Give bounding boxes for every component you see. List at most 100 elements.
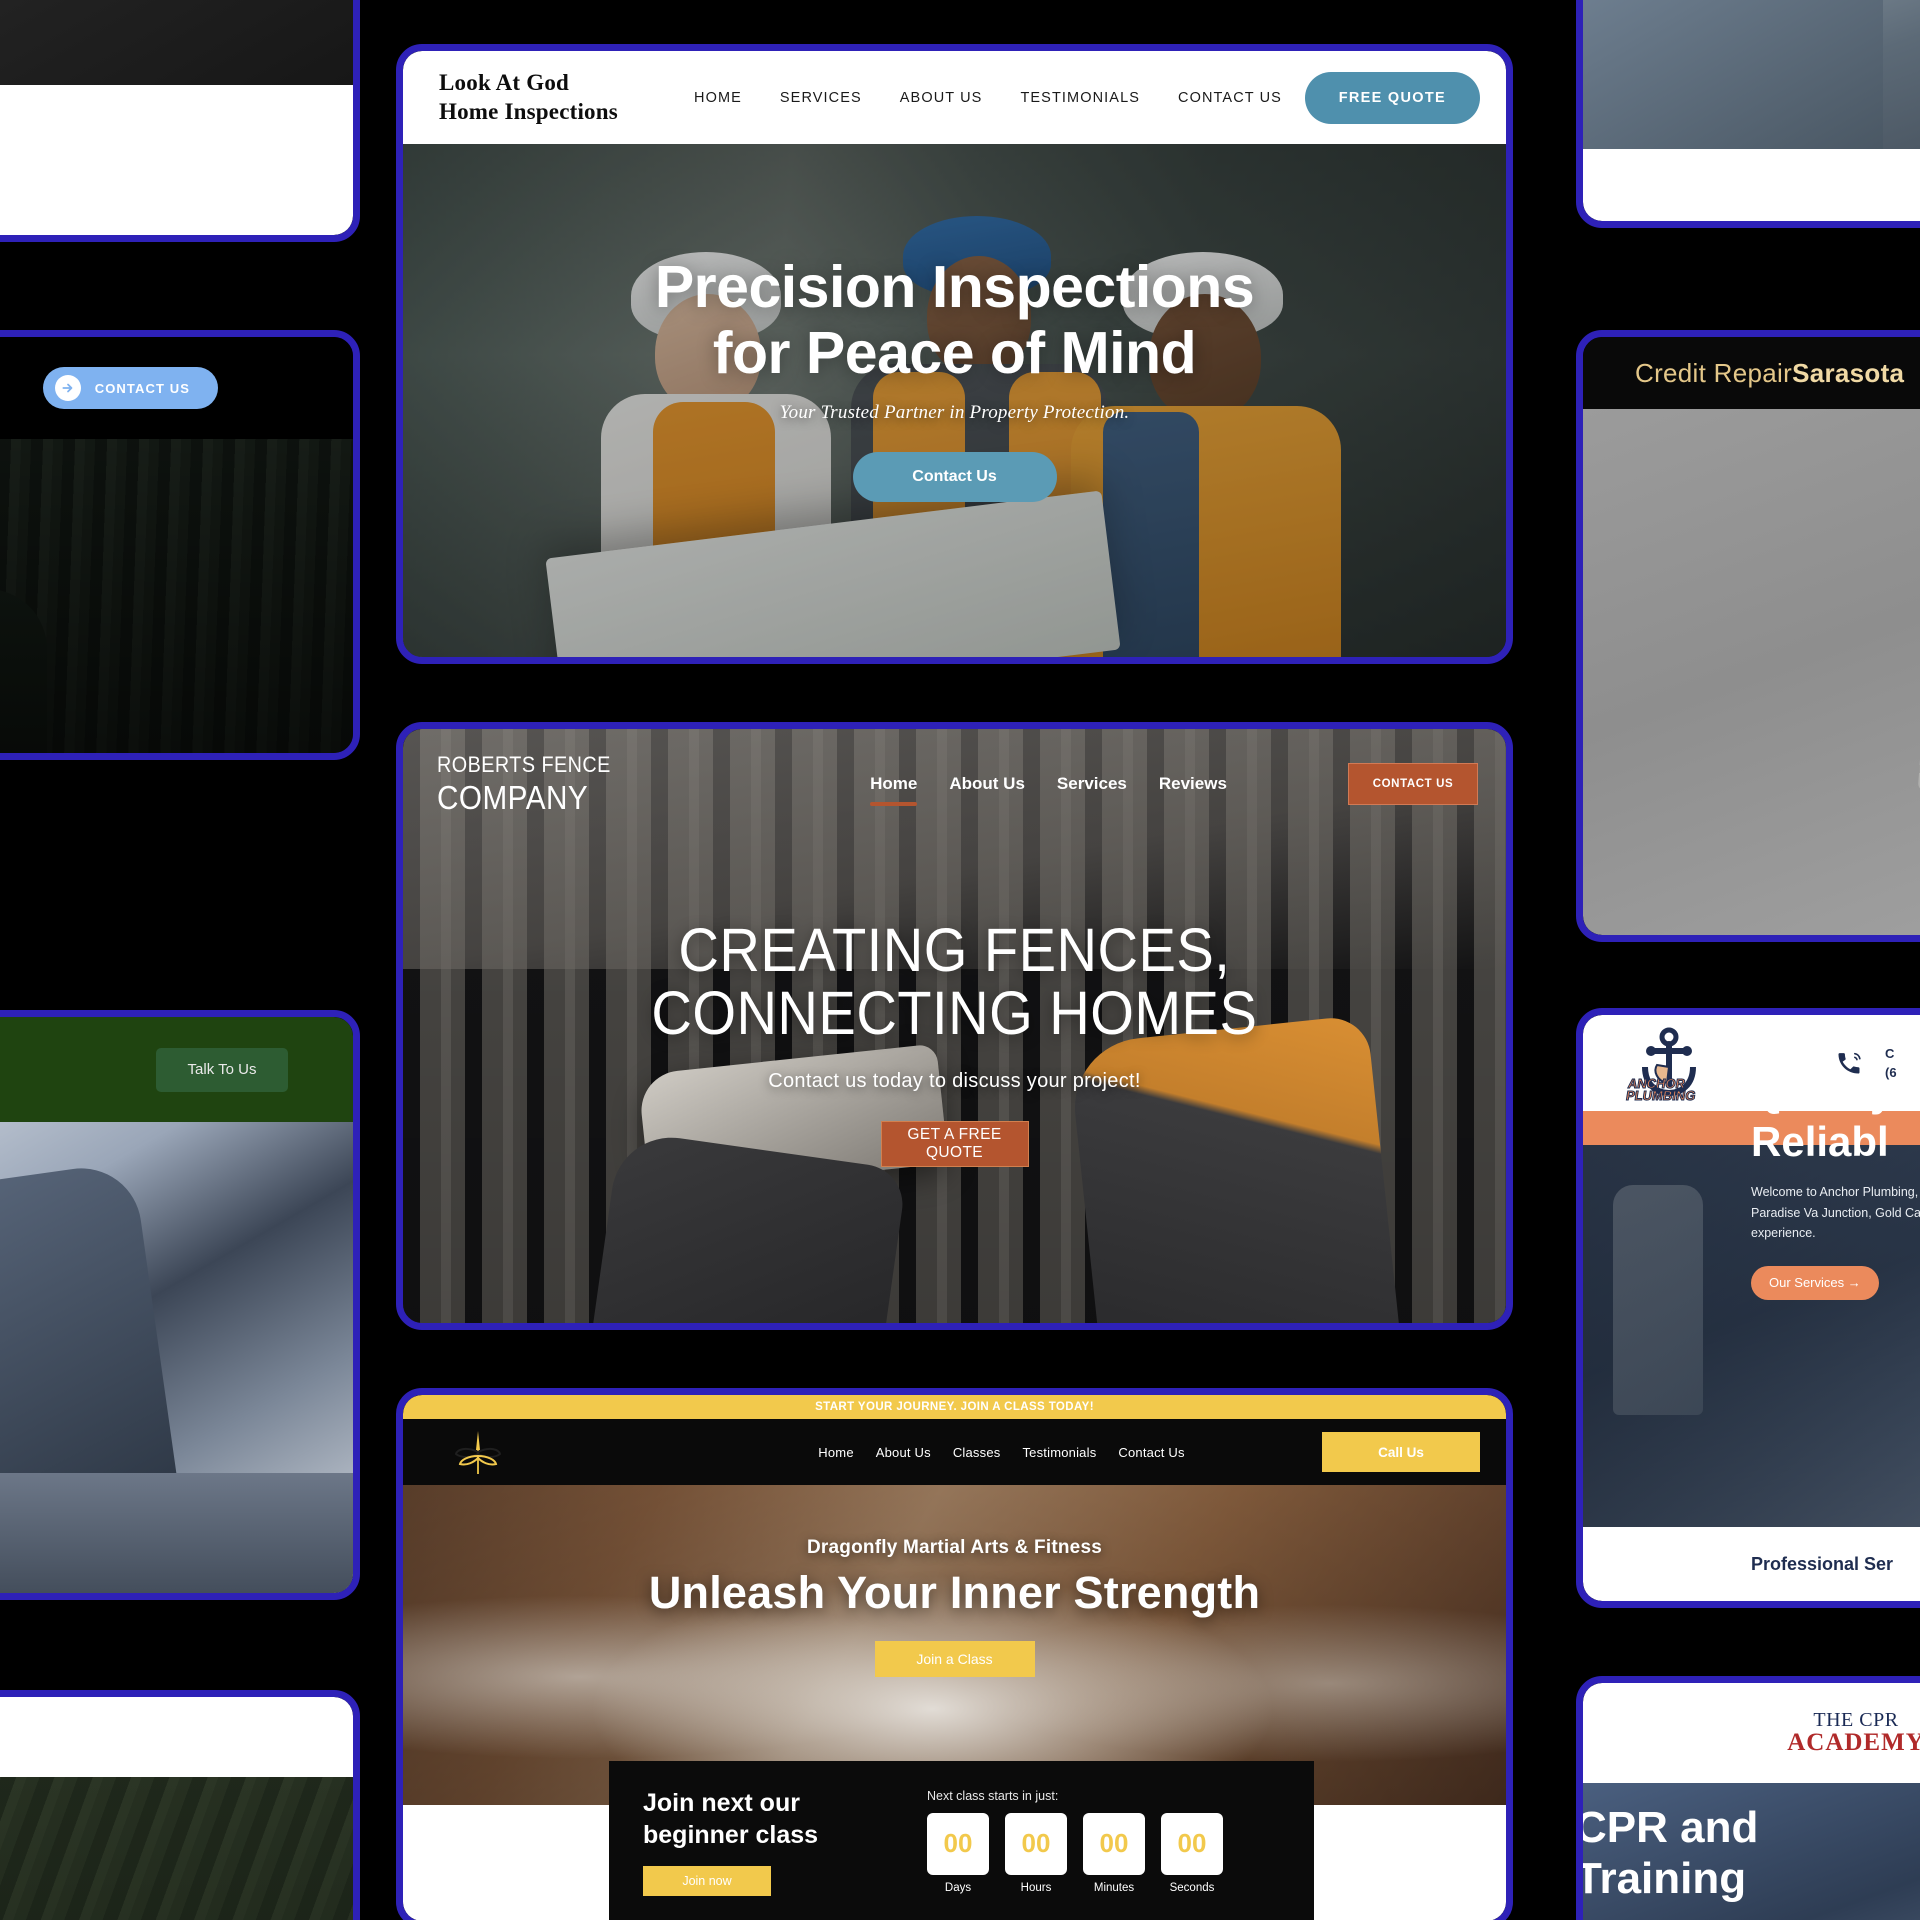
hero-content: Dragonfly Martial Arts & Fitness Unleash…: [403, 1485, 1506, 1805]
countdown-unit-minutes: 00 Minutes: [1083, 1812, 1145, 1894]
join-now-button[interactable]: Join now: [643, 1865, 771, 1896]
countdown-label: Next class starts in just:: [927, 1788, 1059, 1803]
hero-content: CREATING FENCES, CONNECTING HOMES Contac…: [403, 729, 1506, 1323]
hero-title: Quality Reliabl: [1751, 1067, 1920, 1166]
card-white-panel: [0, 85, 353, 235]
nav-item-about-us[interactable]: About Us: [876, 1445, 931, 1460]
hero-contact-us-button[interactable]: Contact Us: [852, 452, 1057, 503]
card-content: CONTACT US ARY TO ERY: [0, 337, 353, 753]
hero-section: Dragonfly Martial Arts & Fitness Unleash…: [403, 1485, 1506, 1805]
site-header: Look At God Home Inspections HOME SERVIC…: [403, 51, 1506, 144]
card-content: Look At God Home Inspections HOME SERVIC…: [403, 51, 1506, 657]
website-card-right-schedule-class[interactable]: Schedule a Class: [1576, 0, 1920, 228]
logo-line-2: ACADEMY: [1787, 1729, 1920, 1757]
countdown-unit-days: 00 Days: [927, 1812, 989, 1894]
hero-title-line-1: CREATING FENCES,: [678, 916, 1231, 985]
contact-us-button[interactable]: CONTACT US: [42, 367, 218, 409]
website-card-cpr-academy[interactable]: THE CPR ACADEMY CPR and Training: [1576, 1676, 1920, 1920]
hero-title-line-2: Reliabl: [1751, 1117, 1889, 1165]
website-card-home-inspections[interactable]: Look At God Home Inspections HOME SERVIC…: [396, 44, 1513, 664]
nav-item-services[interactable]: SERVICES: [780, 90, 862, 106]
logo-text-normal: Credit Repair: [1635, 357, 1793, 388]
our-services-button[interactable]: Our Services →: [1751, 1265, 1879, 1300]
nav-item-contact-us[interactable]: Contact Us: [1118, 1445, 1184, 1460]
nav-item-classes[interactable]: Classes: [953, 1445, 1001, 1460]
site-logo[interactable]: Credit RepairSarasota: [1635, 358, 1904, 389]
countdown-seconds-label: Seconds: [1169, 1881, 1215, 1894]
hero-title: Precision Inspections for Peace of Mind: [654, 254, 1255, 387]
hero-content: Precision Inspections for Peace of Mind …: [403, 144, 1506, 657]
hero-title-line-2: CONNECTING HOMES: [651, 978, 1258, 1047]
website-card-credit-repair-sarasota[interactable]: Credit RepairSarasota REBUIL EM FINA: [1576, 330, 1920, 942]
site-logo[interactable]: THE CPR ACADEMY: [1787, 1710, 1920, 1756]
website-card-anchor-plumbing[interactable]: ANCHOR PLUMBING C (6 Quality Reliabl Wel…: [1576, 1008, 1920, 1608]
hero-title: CREATING FENCES, CONNECTING HOMES: [651, 916, 1258, 1047]
nav-item-testimonials[interactable]: Testimonials: [1022, 1445, 1096, 1460]
website-card-roberts-fence[interactable]: ROBERTS FENCE COMPANY Home About Us Serv…: [396, 722, 1513, 1330]
card-content: ST PASS RV PARK r Gateway: [0, 1697, 353, 1920]
hero-section: Precision Inspections for Peace of Mind …: [403, 144, 1506, 657]
nav-item-testimonials[interactable]: TESTIMONIALS: [1020, 90, 1140, 106]
countdown-section: Join next our beginner class Join now Ne…: [609, 1761, 1314, 1920]
card-photo: [0, 1777, 353, 1920]
get-a-free-quote-button[interactable]: GET A FREE QUOTE: [880, 1120, 1029, 1167]
call-us-button[interactable]: Call Us: [1322, 1432, 1480, 1472]
countdown-minutes-value: 00: [1083, 1812, 1145, 1875]
hero-title-line-1: Quality: [1751, 1068, 1894, 1115]
card-photo: [0, 439, 353, 753]
countdown-seconds-value: 00: [1161, 1812, 1223, 1875]
hero-subtitle: Contact us today to discuss your project…: [768, 1069, 1141, 1092]
website-card-left-top[interactable]: [0, 0, 360, 242]
card-content: START YOUR JOURNEY. JOIN A CLASS TODAY! …: [403, 1395, 1506, 1920]
countdown-heading-line-1: Join next our: [643, 1788, 800, 1817]
talk-to-us-button[interactable]: Talk To Us: [156, 1047, 288, 1092]
card-content: ROBERTS FENCE COMPANY Home About Us Serv…: [403, 729, 1506, 1323]
site-logo[interactable]: Look At God Home Inspections: [439, 69, 654, 125]
desk-surface: [0, 1473, 353, 1593]
arrow-right-icon: [54, 375, 81, 401]
nav-item-home[interactable]: Home: [818, 1445, 853, 1460]
card-photo: [0, 1122, 353, 1593]
logo-line-1: Look At God: [439, 70, 570, 96]
countdown-timer: Next class starts in just: 00 Days 00 Ho…: [913, 1789, 1280, 1894]
hero-photo: REBUIL EM FINA: [1583, 409, 1920, 935]
card-content: THE CPR ACADEMY CPR and Training: [1583, 1683, 1920, 1920]
free-quote-button[interactable]: FREE QUOTE: [1304, 71, 1480, 124]
site-header: Home About Us Classes Testimonials Conta…: [403, 1419, 1506, 1485]
nav-item-about-us[interactable]: ABOUT US: [900, 90, 983, 106]
nav-item-home[interactable]: HOME: [694, 90, 742, 106]
contact-us-label: CONTACT US: [94, 380, 190, 396]
hero-title-line-1: Precision Inspections: [654, 254, 1255, 320]
primary-nav: Home About Us Classes Testimonials Conta…: [818, 1445, 1184, 1460]
website-card-left-talk[interactable]: Talk To Us: [0, 1010, 360, 1600]
hero-title: CPR and Training: [1583, 1803, 1758, 1904]
nav-item-contact-us[interactable]: CONTACT US: [1178, 90, 1282, 106]
card-content: Talk To Us: [0, 1017, 353, 1593]
announcement-bar: START YOUR JOURNEY. JOIN A CLASS TODAY!: [403, 1395, 1506, 1419]
countdown-hours-label: Hours: [1020, 1881, 1052, 1894]
hero-kicker: Dragonfly Martial Arts & Fitness: [807, 1537, 1102, 1558]
hero-title-line-2: for Peace of Mind: [712, 320, 1197, 387]
hero-title-line-2: Training: [1583, 1853, 1747, 1903]
hero-title-line-1: CPR and: [1583, 1803, 1759, 1852]
hero-content: CPR and Training: [1583, 1803, 1758, 1904]
site-logo[interactable]: [433, 1428, 523, 1476]
countdown-minutes-label: Minutes: [1093, 1881, 1135, 1894]
logo-line-1: THE CPR: [1813, 1709, 1899, 1732]
card-nav: CONTACT US: [0, 337, 353, 439]
countdown-days-value: 00: [927, 1812, 989, 1875]
card-nav: [0, 1697, 353, 1777]
hero-body-text: Welcome to Anchor Plumbing, p Ahwatukee,…: [1751, 1185, 1920, 1241]
website-card-left-contact[interactable]: CONTACT US ARY TO ERY: [0, 330, 360, 760]
section-heading: Professional Ser: [1583, 1527, 1920, 1601]
site-logo[interactable]: ANCHOR PLUMBING: [1623, 1027, 1715, 1104]
logo-text-bold: Sarasota: [1792, 357, 1905, 388]
countdown-days-label: Days: [944, 1881, 972, 1894]
website-card-dragonfly-martial-arts[interactable]: START YOUR JOURNEY. JOIN A CLASS TODAY! …: [396, 1388, 1513, 1920]
faucet-object: [1613, 1185, 1703, 1415]
card-nav: Talk To Us: [0, 1017, 353, 1122]
countdown-unit-hours: 00 Hours: [1005, 1812, 1067, 1894]
website-card-left-rv-park[interactable]: ST PASS RV PARK r Gateway: [0, 1690, 360, 1920]
logo-line-2: PLUMBING: [1624, 1088, 1697, 1104]
join-a-class-button[interactable]: Join a Class: [874, 1641, 1035, 1677]
